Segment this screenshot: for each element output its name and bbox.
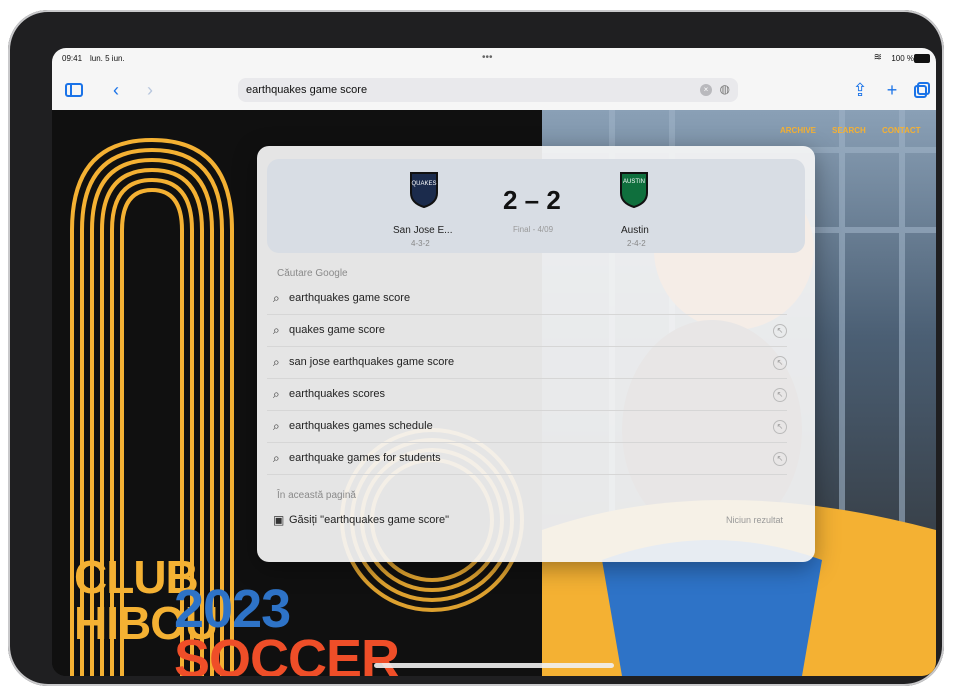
section-on-page: În această pagină [277,490,356,501]
suggestion-3[interactable]: ⌕ san jose earthquakes game score ↖ [267,348,787,379]
page-search-icon: ▣ [273,513,285,527]
forward-icon[interactable]: › [138,78,162,102]
share-icon[interactable]: ⇪ [848,78,872,102]
arrow-icon[interactable]: ↖ [773,452,787,466]
score: 2 – 2 [503,185,561,215]
poster-year: 2023 [174,579,291,639]
away-team-logo: AUSTIN [617,169,651,209]
search-icon: ⌕ [273,291,280,305]
search-icon: ⌕ [273,451,280,465]
away-team-record: 2-4-2 [627,239,646,248]
find-on-page[interactable]: ▣ Găsiți "earthquakes game score" Niciun… [267,506,787,536]
battery-text: 100 % [891,54,914,63]
home-team-name: San Jose E... [393,225,453,236]
tabs-icon[interactable] [910,78,934,102]
back-icon[interactable]: ‹ [104,78,128,102]
poster-sport: SOCCER [174,629,400,676]
ipad-frame: 09:41 lun. 5 iun. ≋ 100 % ••• ‹ › earthq… [8,10,944,686]
suggestion-text: san jose earthquakes game score [289,356,455,368]
search-icon: ⌕ [273,355,280,369]
sidebar-icon[interactable] [62,78,86,102]
suggestion-text: earthquakes games schedule [289,420,433,432]
screen: 09:41 lun. 5 iun. ≋ 100 % ••• ‹ › earthq… [52,48,936,676]
search-suggestions-panel: QUAKES San Jose E... 4-3-2 2 – 2 Final -… [257,146,815,562]
arrow-icon[interactable]: ↖ [773,388,787,402]
find-label: Găsiți "earthquakes game score" [289,514,450,526]
suggestion-1[interactable]: ⌕ earthquakes game score [267,284,787,315]
suggestion-text: quakes game score [289,324,385,336]
search-icon: ⌕ [273,387,280,401]
arrow-icon[interactable]: ↖ [773,420,787,434]
battery-icon [914,54,930,63]
suggestion-text: earthquake games for students [289,452,441,464]
nav-search[interactable]: SEARCH [832,126,866,135]
home-indicator [374,663,614,668]
scorecard[interactable]: QUAKES San Jose E... 4-3-2 2 – 2 Final -… [267,159,805,253]
nav-archive[interactable]: ARCHIVE [780,126,816,135]
nav-contact[interactable]: CONTACT [882,126,921,135]
url-text[interactable]: earthquakes game score [246,84,367,96]
game-status: Final - 4/09 [513,225,554,234]
safari-toolbar: ‹ › earthquakes game score × ◍ ⇪ + [52,70,936,111]
address-bar[interactable]: earthquakes game score × ◍ [238,78,738,102]
suggestion-text: earthquakes game score [289,292,411,304]
home-team-logo: QUAKES [407,169,441,209]
search-icon: ⌕ [273,419,280,433]
status-date: lun. 5 iun. [90,54,125,63]
suggestion-5[interactable]: ⌕ earthquakes games schedule ↖ [267,412,787,443]
svg-text:AUSTIN: AUSTIN [623,179,645,185]
suggestion-2[interactable]: ⌕ quakes game score ↖ [267,316,787,347]
status-bar: 09:41 lun. 5 iun. ≋ 100 % ••• [52,48,936,70]
suggestion-4[interactable]: ⌕ earthquakes scores ↖ [267,380,787,411]
svg-text:QUAKES: QUAKES [411,181,436,187]
plus-icon[interactable]: + [880,78,904,102]
arrow-icon[interactable]: ↖ [773,356,787,370]
status-time: 09:41 [62,54,83,63]
search-icon: ⌕ [273,323,280,337]
mic-icon[interactable]: ◍ [720,82,730,96]
away-team-name: Austin [621,225,649,236]
arrow-icon[interactable]: ↖ [773,324,787,338]
suggestion-6[interactable]: ⌕ earthquake games for students ↖ [267,444,787,475]
find-result: Niciun rezultat [725,515,783,525]
suggestion-text: earthquakes scores [289,388,385,400]
clear-icon[interactable]: × [700,84,712,96]
wifi-icon: ≋ [873,52,882,63]
window-dots: ••• [482,52,493,63]
home-team-record: 4-3-2 [411,239,430,248]
section-google: Căutare Google [277,268,348,279]
